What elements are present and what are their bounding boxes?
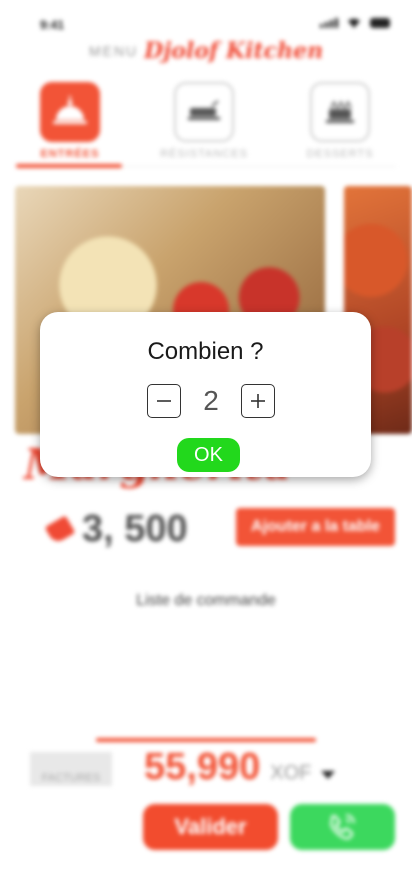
order-list-label: Liste de commande: [136, 592, 276, 609]
tab-resistances[interactable]: RÉSISTANCES: [154, 82, 254, 160]
ok-button[interactable]: OK: [177, 438, 240, 472]
chevron-down-icon[interactable]: [321, 771, 336, 779]
cake-icon: [310, 82, 370, 142]
quantity-dialog: Combien ? 2 OK: [40, 312, 371, 477]
menu-label: MENU: [88, 43, 139, 59]
quantity-stepper: 2: [147, 384, 275, 418]
minus-icon: [157, 400, 171, 402]
dialog-title: Combien ?: [147, 338, 264, 365]
quantity-value: 2: [203, 385, 219, 416]
signal-icon: [320, 18, 338, 28]
decrement-button[interactable]: [147, 384, 181, 418]
active-tab-indicator: [16, 164, 122, 168]
currency-label[interactable]: XOF: [270, 762, 311, 785]
dish-price: 3, 500: [82, 508, 188, 550]
factures-button[interactable]: FACTURES: [30, 752, 112, 786]
tab-resistances-label: RÉSISTANCES: [160, 148, 248, 160]
tab-desserts[interactable]: DESSERTS: [290, 82, 390, 160]
status-time: 9:41: [40, 18, 65, 32]
tab-entrees-label: ENTRÉES: [40, 148, 100, 160]
tray-icon: [174, 82, 234, 142]
dish-icon: [40, 82, 100, 142]
phone-icon: [329, 814, 355, 840]
tab-desserts-label: DESSERTS: [306, 148, 374, 160]
plus-icon: [251, 394, 265, 408]
price-row: 3, 500: [44, 508, 188, 551]
price-tag-icon: [44, 514, 76, 545]
battery-icon: [370, 18, 390, 28]
call-button[interactable]: [290, 804, 395, 850]
category-tabs: ENTRÉES RÉSISTANCES DESSERTS: [0, 82, 412, 172]
total-row: 55,990 XOF: [144, 746, 336, 789]
brand-logo: Djolof Kitchen: [144, 38, 324, 64]
increment-button[interactable]: [241, 384, 275, 418]
bottom-divider: [96, 738, 316, 742]
status-icons: [320, 17, 390, 28]
tab-entrees[interactable]: ENTRÉES: [20, 82, 120, 160]
app-header: MENU Djolof Kitchen: [0, 34, 412, 68]
validate-button[interactable]: Valider: [143, 804, 278, 850]
total-amount: 55,990: [144, 746, 261, 788]
wifi-icon: [348, 18, 360, 28]
add-to-table-button[interactable]: Ajouter a la table: [236, 508, 395, 546]
